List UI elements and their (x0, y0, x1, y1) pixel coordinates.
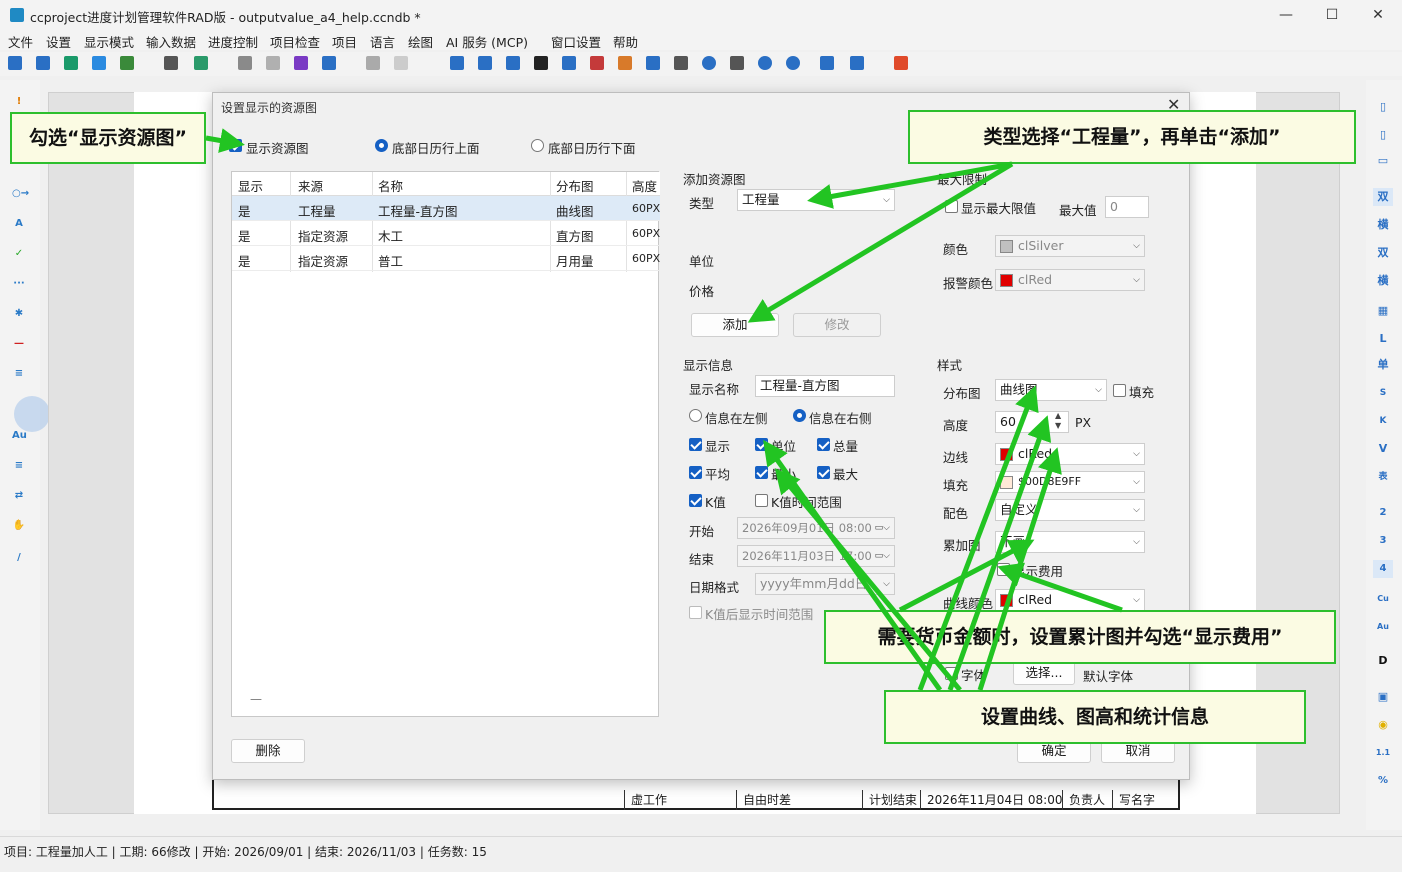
arrow-to-show-cost (997, 562, 1123, 613)
annotation-arrows (205, 128, 1123, 692)
arrow-to-unit-check (763, 439, 943, 692)
arrow-to-dist (917, 385, 1039, 691)
arrow-to-height (947, 415, 1052, 691)
status-bar: 项目: 工程量加人工 | 工期: 66修改 | 开始: 2026/09/01 |… (0, 836, 1402, 864)
arrow-to-show-checkbox (205, 128, 245, 153)
status-text: 项目: 工程量加人工 | 工期: 66修改 | 开始: 2026/09/01 |… (4, 845, 487, 859)
arrow-to-min-check (774, 468, 962, 692)
